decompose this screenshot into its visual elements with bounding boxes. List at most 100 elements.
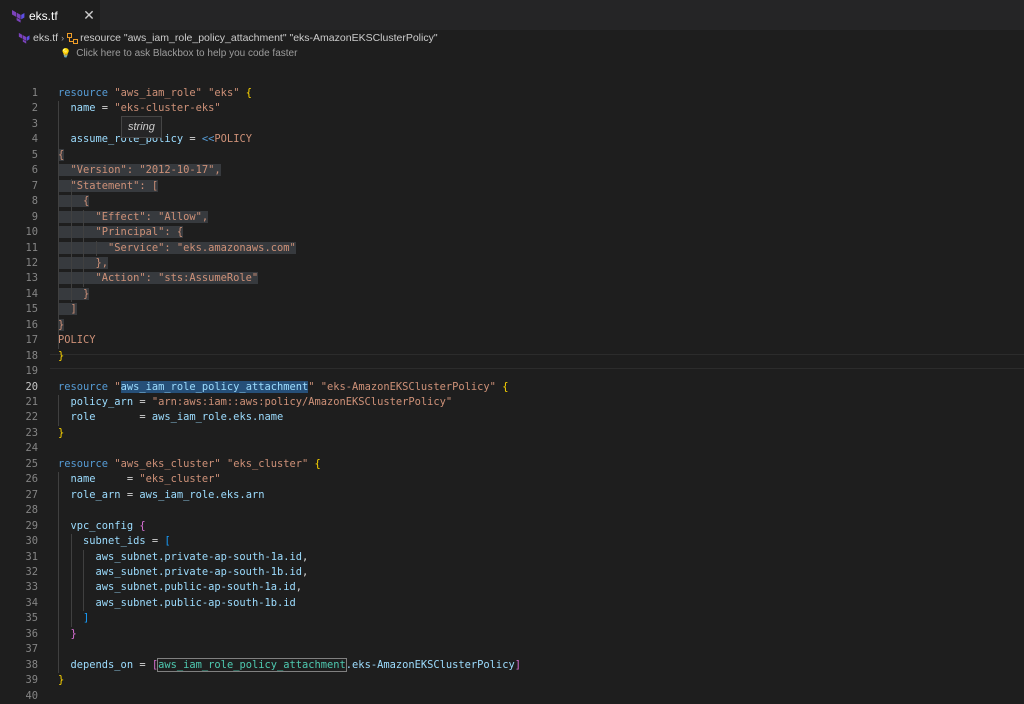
code-text: resource "aws_eks_cluster" "eks_cluster"… — [58, 457, 321, 472]
code-line[interactable]: 10 "Principal": { — [0, 225, 1024, 240]
code-line[interactable]: 32 aws_subnet.private-ap-south-1b.id, — [0, 565, 1024, 580]
code-text: name = "eks-cluster-eks" — [58, 101, 221, 116]
code-line[interactable]: 35 ] — [0, 611, 1024, 626]
code-line[interactable]: 11 "Service": "eks.amazonaws.com" — [0, 241, 1024, 256]
blackbox-hint[interactable]: 💡 Click here to ask Blackbox to help you… — [60, 46, 297, 60]
code-token: } — [58, 349, 65, 362]
code-line[interactable]: 13 "Action": "sts:AssumeRole" — [0, 271, 1024, 286]
code-line[interactable]: 21 policy_arn = "arn:aws:iam::aws:policy… — [0, 395, 1024, 410]
line-number: 27 — [25, 488, 38, 501]
code-token: "eks_cluster" — [139, 473, 221, 486]
code-token: { — [314, 457, 321, 470]
code-token: { — [502, 380, 509, 393]
code-token: , — [302, 550, 309, 563]
code-line[interactable]: 28 — [0, 503, 1024, 518]
code-text: } — [58, 627, 77, 642]
code-line[interactable]: 37 — [0, 642, 1024, 657]
code-token: [ — [164, 535, 171, 548]
indent-guide — [83, 209, 85, 287]
code-line[interactable]: 6 "Version": "2012-10-17", — [0, 163, 1024, 178]
line-number: 26 — [25, 473, 38, 486]
symbol-structure-icon — [67, 32, 79, 44]
code-token: policy_arn — [70, 396, 134, 408]
code-line[interactable]: 36 } — [0, 627, 1024, 642]
chevron-right-icon: › — [61, 33, 65, 43]
code-line[interactable]: 39} — [0, 673, 1024, 688]
code-token: role_arn — [70, 488, 121, 501]
code-token: = — [95, 411, 152, 424]
code-editor[interactable]: 1 resource "aws_iam_role" "eks" {2 name =… — [0, 60, 1024, 702]
code-token: "eks_cluster" — [226, 457, 309, 470]
line-number: 28 — [25, 504, 38, 517]
code-line[interactable]: 38 depends_on = [aws_iam_role_policy_att… — [0, 657, 1024, 673]
code-token: aws_subnet.private-ap-south-1b.id — [95, 565, 302, 578]
code-token: aws_subnet.private-ap-south-1a.id — [95, 550, 302, 563]
code-token: "Statement": [ — [58, 179, 159, 192]
code-line[interactable]: 30 subnet_ids = [ — [0, 534, 1024, 549]
code-text: "Version": "2012-10-17", — [58, 163, 221, 178]
code-line[interactable]: 27 role_arn = aws_iam_role.eks.arn — [0, 488, 1024, 503]
code-line[interactable]: 5{ — [0, 148, 1024, 163]
tab-eks-tf[interactable]: eks.tf ✕ — [0, 0, 100, 30]
code-token: depends_on — [70, 658, 134, 671]
line-number: 12 — [25, 256, 38, 269]
code-line[interactable]: 8 { — [0, 194, 1024, 209]
code-token: name — [70, 473, 96, 486]
line-number: 17 — [25, 334, 38, 347]
code-token: aws_iam_role_policy_attachment — [120, 380, 309, 393]
code-line[interactable]: 40 — [0, 689, 1024, 704]
line-number: 5 — [31, 148, 38, 161]
breadcrumb-resource[interactable]: resource "aws_iam_role_policy_attachment… — [80, 32, 437, 44]
code-line[interactable]: 19 — [0, 364, 1024, 379]
code-line[interactable]: 12 }, — [0, 256, 1024, 271]
code-text: ] — [58, 302, 77, 317]
code-line[interactable]: 15 ] — [0, 302, 1024, 317]
code-line[interactable]: 24 — [0, 441, 1024, 456]
close-icon[interactable]: ✕ — [82, 7, 96, 23]
code-token: aws_iam_role_policy_attachment — [157, 657, 347, 672]
code-token: "eks" — [208, 87, 240, 99]
code-token: "Principal": { — [58, 226, 184, 239]
code-line[interactable]: 22 role = aws_iam_role.eks.name — [0, 410, 1024, 425]
code-line[interactable]: 31 aws_subnet.private-ap-south-1a.id, — [0, 550, 1024, 565]
line-number: 40 — [25, 689, 38, 702]
code-line[interactable]: 18} — [0, 349, 1024, 364]
code-token: name — [70, 102, 96, 115]
code-line[interactable]: 25 resource "aws_eks_cluster" "eks_cluste… — [0, 457, 1024, 472]
code-token: } — [58, 426, 65, 439]
line-number: 37 — [25, 643, 38, 656]
code-line[interactable]: 20 resource "aws_iam_role_policy_attachme… — [0, 380, 1024, 395]
hint-text: Click here to ask Blackbox to help you c… — [76, 47, 298, 59]
code-token: "eks-AmazonEKSClusterPolicy" — [320, 380, 496, 393]
code-line[interactable]: 2 name = "eks-cluster-eks" — [0, 101, 1024, 116]
code-text: } — [58, 349, 64, 364]
code-text: "Statement": [ — [58, 179, 159, 194]
code-line[interactable]: 14 } — [0, 287, 1024, 302]
line-number: 16 — [25, 318, 38, 331]
code-line[interactable]: 29 vpc_config { — [0, 519, 1024, 534]
code-line[interactable]: 23} — [0, 426, 1024, 441]
line-number: 15 — [25, 303, 38, 316]
code-token: aws_subnet.public-ap-south-1b.id — [95, 596, 296, 609]
code-token: } — [58, 287, 90, 300]
line-number: 32 — [25, 565, 38, 578]
line-number: 25 — [25, 457, 38, 470]
code-token: resource — [58, 87, 115, 99]
code-text: aws_subnet.private-ap-south-1a.id, — [58, 550, 309, 565]
code-line[interactable]: 26 name = "eks_cluster" — [0, 472, 1024, 487]
code-text: name = "eks_cluster" — [58, 472, 221, 487]
code-line[interactable]: 34 aws_subnet.public-ap-south-1b.id — [0, 596, 1024, 611]
code-line[interactable]: 9 "Effect": "Allow", — [0, 210, 1024, 225]
code-line[interactable]: 17 POLICY — [0, 333, 1024, 348]
code-token: } — [58, 674, 65, 687]
code-line[interactable]: 7 "Statement": [ — [0, 179, 1024, 194]
code-line[interactable]: 33 aws_subnet.public-ap-south-1a.id, — [0, 580, 1024, 595]
line-number: 19 — [25, 365, 38, 378]
breadcrumb-file[interactable]: eks.tf — [33, 32, 58, 44]
code-line[interactable]: 16} — [0, 318, 1024, 333]
code-line[interactable]: 1 resource "aws_iam_role" "eks" { — [0, 86, 1024, 101]
